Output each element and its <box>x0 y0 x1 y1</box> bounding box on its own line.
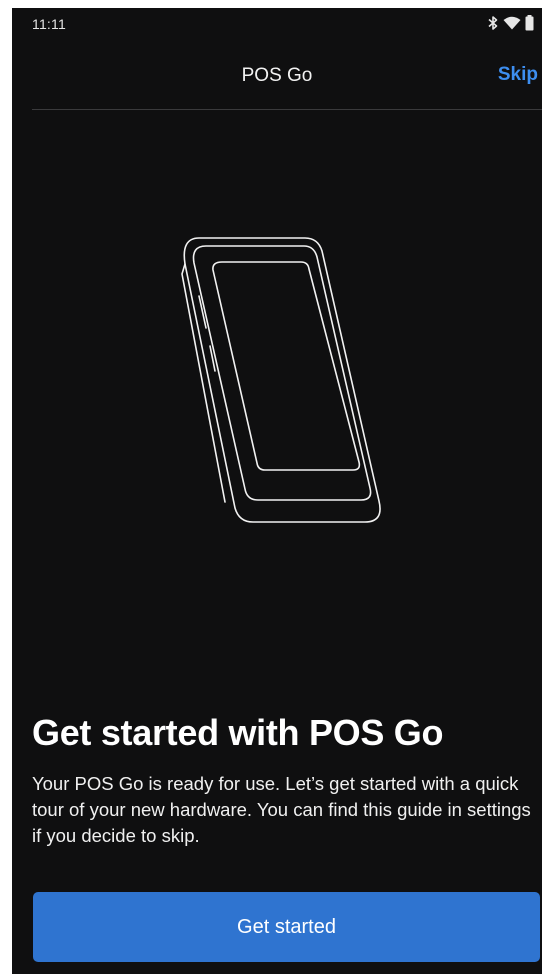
skip-button[interactable]: Skip <box>496 60 540 90</box>
header-divider <box>32 109 542 110</box>
onboarding-screen: 11:11 POS Go Skip Get started with POS G… <box>12 8 542 974</box>
status-time: 11:11 <box>32 16 66 32</box>
get-started-button[interactable]: Get started <box>33 892 540 962</box>
onboarding-description: Your POS Go is ready for use. Let’s get … <box>32 773 531 846</box>
onboarding-headline: Get started with POS Go <box>32 712 444 753</box>
app-bar: POS Go Skip <box>12 38 542 108</box>
battery-icon <box>525 15 534 31</box>
page-title: POS Go <box>241 65 313 86</box>
status-icons <box>487 14 534 32</box>
pos-device-illustration <box>181 237 381 523</box>
bluetooth-icon <box>488 16 498 30</box>
status-bar: 11:11 <box>12 8 542 38</box>
wifi-icon <box>503 16 521 30</box>
